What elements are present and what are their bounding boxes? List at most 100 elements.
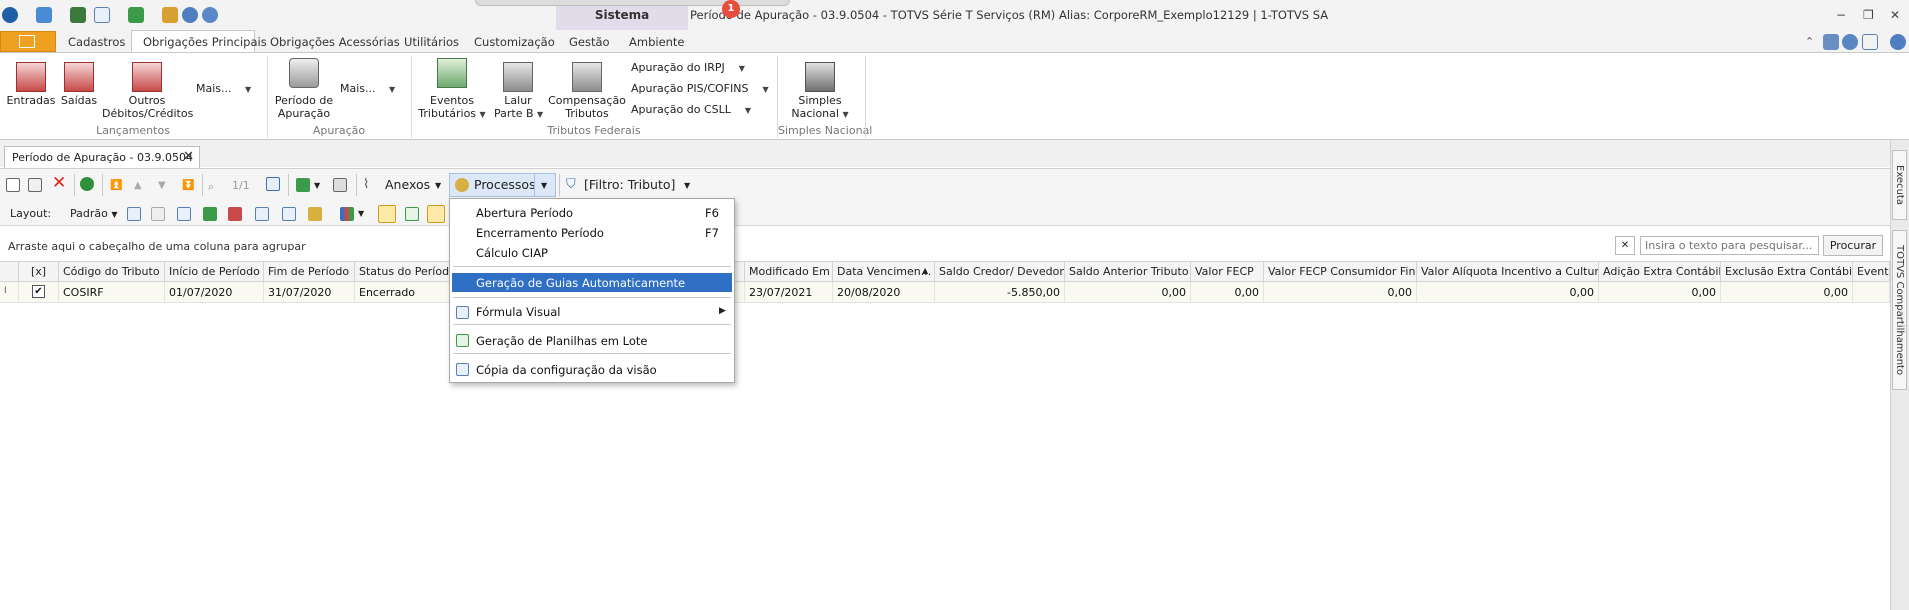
ribbon-globe-icon[interactable] — [1823, 34, 1839, 50]
print-icon[interactable] — [333, 178, 347, 192]
lalur-line1[interactable]: Lalur — [494, 94, 542, 108]
layout-save-icon[interactable] — [151, 207, 165, 221]
cell-saldo[interactable]: -5.850,00 — [935, 282, 1065, 303]
column-header-vencimento[interactable]: Data Vencimen... — [833, 261, 935, 282]
collapse-ribbon-icon[interactable]: ⌃ — [1805, 35, 1814, 48]
entradas-icon[interactable] — [16, 62, 46, 92]
cell-fim[interactable]: 31/07/2020 — [264, 282, 355, 303]
cell-fecp[interactable]: 0,00 — [1191, 282, 1264, 303]
delete-icon[interactable]: ✕ — [52, 175, 66, 192]
tab-gestao[interactable]: Gestão — [569, 35, 610, 49]
menu-item-abertura-periodo[interactable]: Abertura Período — [476, 206, 573, 220]
layout-columns-icon[interactable] — [177, 207, 191, 221]
column-header-saldo[interactable]: Saldo Credor/ Devedor — [935, 261, 1065, 282]
eventos-line2[interactable]: Tributários ▼ — [414, 107, 490, 122]
menu-item-formula-visual[interactable]: Fórmula Visual — [476, 305, 561, 319]
refresh-icon[interactable] — [80, 177, 94, 191]
row-checkbox[interactable]: ✔ — [32, 285, 45, 298]
ribbon-help-icon[interactable] — [1890, 34, 1906, 50]
layout-delete-icon[interactable] — [228, 207, 242, 221]
view-toggle-1-icon[interactable] — [378, 205, 396, 223]
column-header-fecp-consumidor[interactable]: Valor FECP Consumidor Final — [1264, 261, 1417, 282]
saidas-icon[interactable] — [64, 62, 94, 92]
column-header-modificado[interactable]: Modificado Em — [745, 261, 833, 282]
layout-grid-icon[interactable] — [127, 207, 141, 221]
apuracao-irpj-button[interactable]: Apuração do IRPJ ▼ — [631, 61, 745, 76]
globe-icon[interactable] — [36, 7, 52, 23]
outros-button-line1[interactable]: Outros — [102, 94, 192, 108]
refresh-icon[interactable] — [70, 7, 86, 23]
chart-icon[interactable] — [340, 207, 354, 221]
menu-item-calculo-ciap[interactable]: Cálculo CIAP — [476, 246, 548, 260]
column-header-codigo[interactable]: Código do Tributo — [59, 261, 165, 282]
lalur-line2[interactable]: Parte B ▼ — [494, 107, 543, 122]
simples-line1[interactable]: Simples — [780, 94, 860, 108]
next-record-icon[interactable]: ▼ — [158, 180, 172, 194]
lalur-icon[interactable] — [503, 62, 533, 92]
row-select-cell[interactable]: ✔ — [19, 282, 59, 303]
cell-evento[interactable] — [1853, 282, 1890, 303]
previous-record-icon[interactable]: ▲ — [134, 180, 148, 194]
tab-customizacao[interactable]: Customização — [474, 35, 555, 49]
column-header-fim[interactable]: Fim de Período — [264, 261, 355, 282]
cell-exclusao[interactable]: 0,00 — [1721, 282, 1853, 303]
chart-dropdown-icon[interactable]: ▼ — [358, 209, 372, 223]
calendar-icon[interactable] — [266, 177, 280, 191]
tab-cadastros[interactable]: Cadastros — [68, 35, 125, 49]
apuracao-pis-button[interactable]: Apuração PIS/COFINS ▼ — [631, 82, 769, 97]
filtro-button[interactable]: [Filtro: Tributo] — [584, 177, 675, 192]
tools-icon[interactable] — [162, 7, 178, 23]
cell-codigo[interactable]: COSIRF — [59, 282, 165, 303]
column-header-saldo-anterior[interactable]: Saldo Anterior Tributo — [1065, 261, 1191, 282]
layout-select[interactable]: Padrão ▼ — [70, 207, 118, 220]
view-toggle-2-icon[interactable] — [405, 207, 419, 221]
export-icon[interactable] — [128, 7, 144, 23]
layout-export-icon[interactable] — [203, 207, 217, 221]
help-icon[interactable] — [202, 7, 218, 23]
menu-item-geracao-guias[interactable]: Geração de Guias Automaticamente — [476, 276, 685, 290]
outros-debitos-icon[interactable] — [132, 62, 162, 92]
compensacao-line1[interactable]: Compensação — [548, 94, 626, 108]
cell-saldo-anterior[interactable]: 0,00 — [1065, 282, 1191, 303]
minimize-button[interactable]: − — [1836, 8, 1846, 22]
column-header-adicao[interactable]: Adição Extra Contábil — [1599, 261, 1721, 282]
periodo-apuracao-icon[interactable] — [289, 58, 319, 88]
dropdown-arrow-icon[interactable]: ▼ — [314, 181, 328, 195]
window-icon[interactable] — [94, 7, 110, 23]
view-toggle-3-icon[interactable] — [427, 205, 445, 223]
column-header-inicio[interactable]: Início de Período — [165, 261, 264, 282]
compensacao-line2[interactable]: Tributos — [548, 107, 626, 121]
cell-adicao[interactable]: 0,00 — [1599, 282, 1721, 303]
anexos-button[interactable]: Anexos — [385, 177, 430, 192]
search-input[interactable] — [1640, 236, 1819, 255]
tab-ambiente[interactable]: Ambiente — [629, 35, 685, 49]
periodo-apuracao-line1[interactable]: Período de — [272, 94, 336, 108]
tab-obrigacoes-principais[interactable]: Obrigações Principais — [143, 35, 267, 49]
cell-fecp-consumidor[interactable]: 0,00 — [1264, 282, 1417, 303]
tab-obrigacoes-acessorias[interactable]: Obrigações Acessórias — [270, 35, 400, 49]
outros-button-line2[interactable]: Débitos/Créditos — [102, 107, 193, 121]
app-logo-icon[interactable] — [2, 7, 18, 23]
execute-icon[interactable] — [296, 178, 310, 192]
tab-utilitarios[interactable]: Utilitários — [404, 35, 459, 49]
eventos-line1[interactable]: Eventos — [414, 94, 490, 108]
layout-filter-icon[interactable] — [255, 207, 269, 221]
search-button[interactable]: Procurar — [1823, 235, 1883, 256]
menu-item-copia-configuracao[interactable]: Cópia da configuração da visão — [476, 363, 657, 377]
lancamentos-mais-button[interactable]: Mais... ▼ — [196, 82, 251, 97]
eventos-tributarios-icon[interactable] — [437, 58, 467, 88]
cell-inicio[interactable]: 01/07/2020 — [165, 282, 264, 303]
close-tab-icon[interactable]: ✕ — [183, 149, 194, 164]
file-menu-tab[interactable] — [0, 31, 56, 52]
column-header-fecp[interactable]: Valor FECP — [1191, 261, 1264, 282]
last-record-icon[interactable]: ⏬ — [182, 180, 196, 194]
anexos-dropdown-icon[interactable]: ▼ — [435, 181, 449, 195]
column-header-aliquota[interactable]: Valor Alíquota Incentivo a Cultura — [1417, 261, 1599, 282]
layout-group-icon[interactable] — [308, 207, 322, 221]
notification-badge[interactable]: 1 — [722, 0, 740, 18]
cell-aliquota[interactable]: 0,00 — [1417, 282, 1599, 303]
entradas-button[interactable]: Entradas — [4, 94, 58, 108]
binoculars-icon[interactable]: ⌕ — [208, 180, 222, 194]
simples-line2[interactable]: Nacional ▼ — [780, 107, 860, 122]
column-header-evento[interactable]: Event — [1853, 261, 1890, 282]
